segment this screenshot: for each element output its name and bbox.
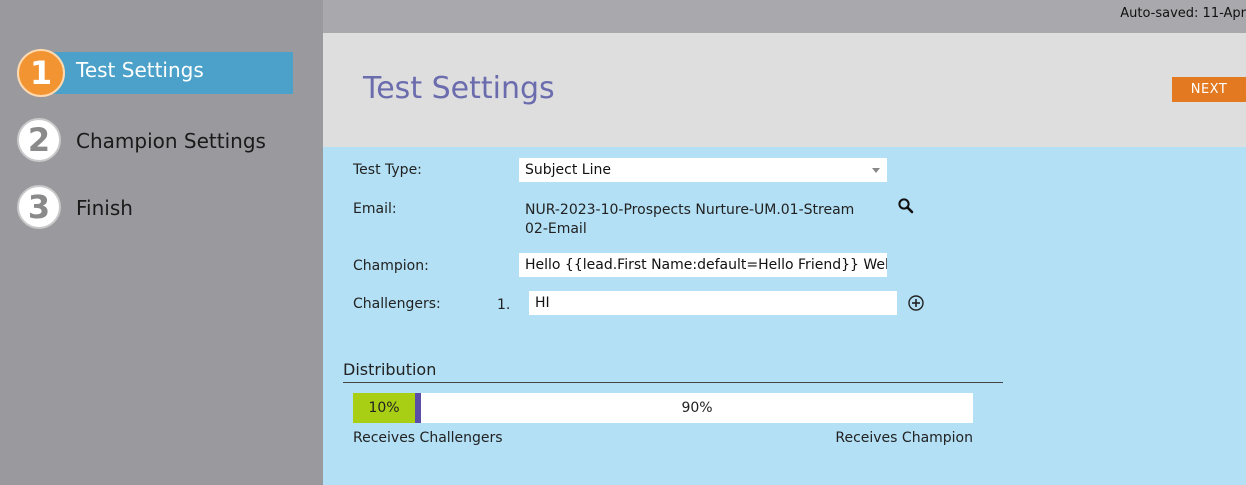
step-label: Finish xyxy=(76,196,133,220)
step-number-badge: 2 xyxy=(17,118,61,162)
step-number-badge: 1 xyxy=(17,49,65,97)
challengers-label: Challengers: xyxy=(353,296,441,312)
dropdown-arrow-icon xyxy=(872,168,880,173)
page-title: Test Settings xyxy=(363,71,555,106)
distribution-title: Distribution xyxy=(343,360,437,379)
champion-input[interactable]: Hello {{lead.First Name:default=Hello Fr… xyxy=(519,253,887,277)
step-champion-settings[interactable]: 2 Champion Settings xyxy=(17,118,293,166)
step-label: Test Settings xyxy=(76,58,204,82)
challenger-input[interactable]: HI xyxy=(529,291,897,315)
email-value: NUR-2023-10-Prospects Nurture-UM.01-Stre… xyxy=(525,202,855,237)
distribution-slider[interactable]: 10% 90% xyxy=(353,393,973,423)
distribution-slider-handle[interactable] xyxy=(415,393,421,423)
page-header: Test Settings NEXT xyxy=(323,33,1246,147)
search-icon[interactable] xyxy=(897,197,915,215)
divider xyxy=(343,382,1003,383)
step-label: Champion Settings xyxy=(76,129,266,153)
champion-percent: 90% xyxy=(681,400,713,416)
champion-label: Champion: xyxy=(353,258,429,274)
add-challenger-icon[interactable] xyxy=(907,294,925,312)
challenger-percent: 10% xyxy=(368,400,400,416)
champion-caption: Receives Champion xyxy=(835,430,973,446)
test-type-select[interactable]: Subject Line xyxy=(519,158,887,182)
challenger-number: 1. xyxy=(497,297,511,313)
wizard-sidebar: 1 Test Settings 2 Champion Settings 3 Fi… xyxy=(0,0,323,485)
test-type-label: Test Type: xyxy=(353,162,422,178)
step-number-badge: 3 xyxy=(17,185,61,229)
top-bar: Auto-saved: 11-Apr xyxy=(323,0,1246,33)
challenger-caption: Receives Challengers xyxy=(353,430,503,446)
step-finish[interactable]: 3 Finish xyxy=(17,185,293,233)
test-type-value: Subject Line xyxy=(525,162,611,178)
next-button[interactable]: NEXT xyxy=(1172,77,1246,102)
autosave-status: Auto-saved: 11-Apr xyxy=(1120,6,1246,21)
step-test-settings[interactable]: 1 Test Settings xyxy=(17,49,293,97)
email-label: Email: xyxy=(353,201,397,217)
